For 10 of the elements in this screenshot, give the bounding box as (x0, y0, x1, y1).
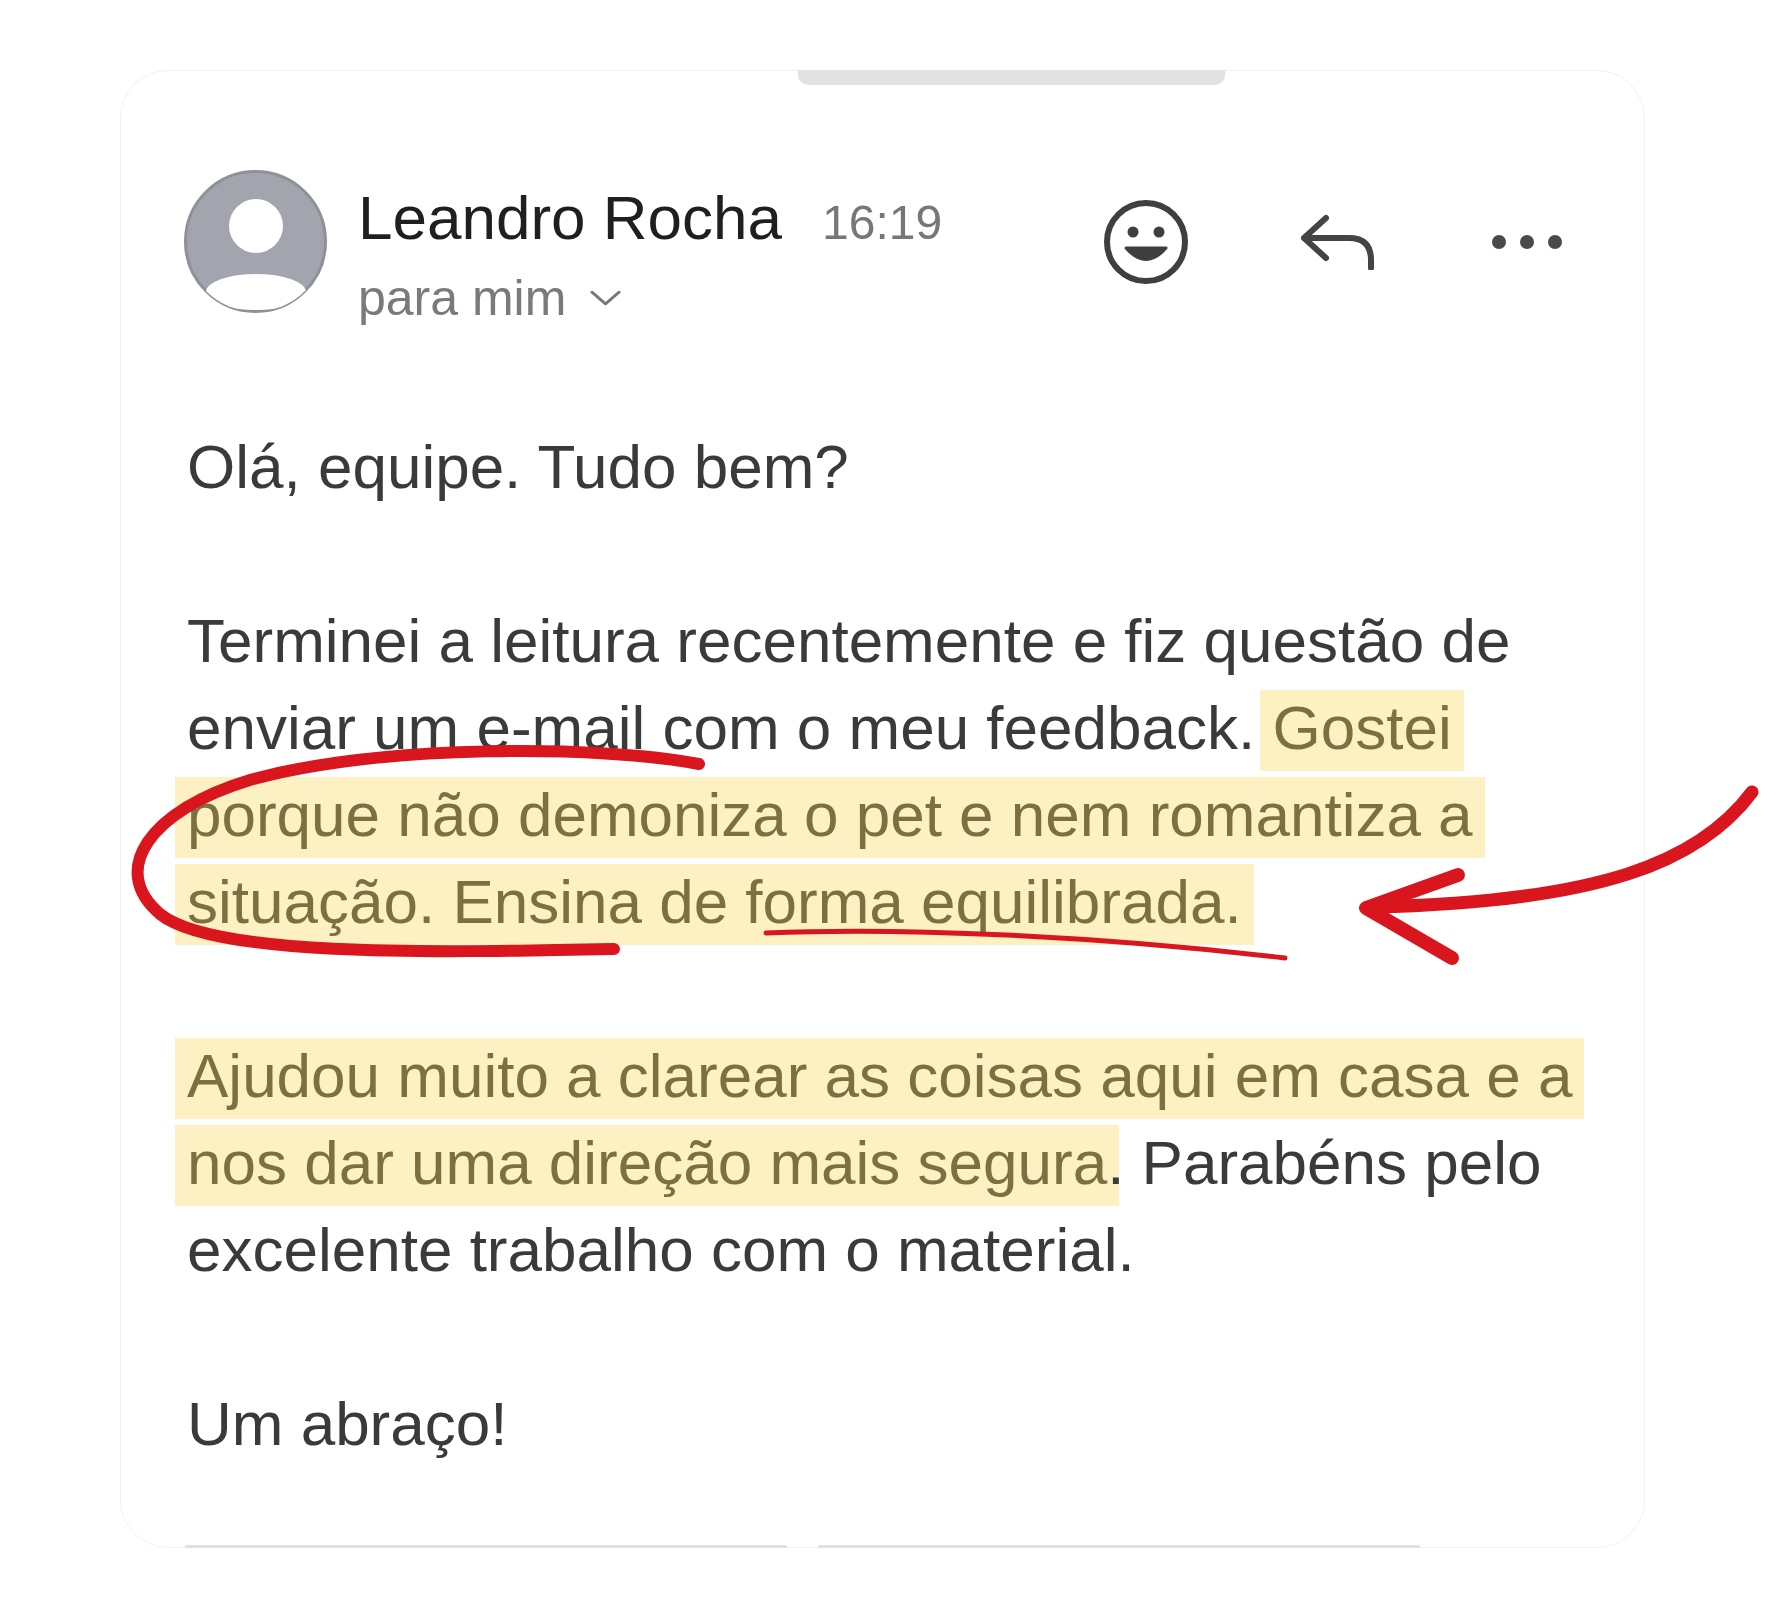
chevron-down-icon[interactable] (590, 290, 622, 306)
sender-name: Leandro Rocha (358, 183, 782, 253)
message-time: 16:19 (822, 195, 943, 251)
smiley-face-icon[interactable] (1103, 198, 1189, 285)
email-paragraph: Olá, equipe. Tudo bem? (186, 431, 850, 503)
more-options-icon[interactable] (1492, 234, 1562, 249)
email-paragraph: Um abraço! (186, 1388, 509, 1460)
reply-icon[interactable] (1299, 213, 1377, 270)
recipient-text: para mim (358, 269, 567, 328)
avatar-icon (184, 170, 327, 313)
